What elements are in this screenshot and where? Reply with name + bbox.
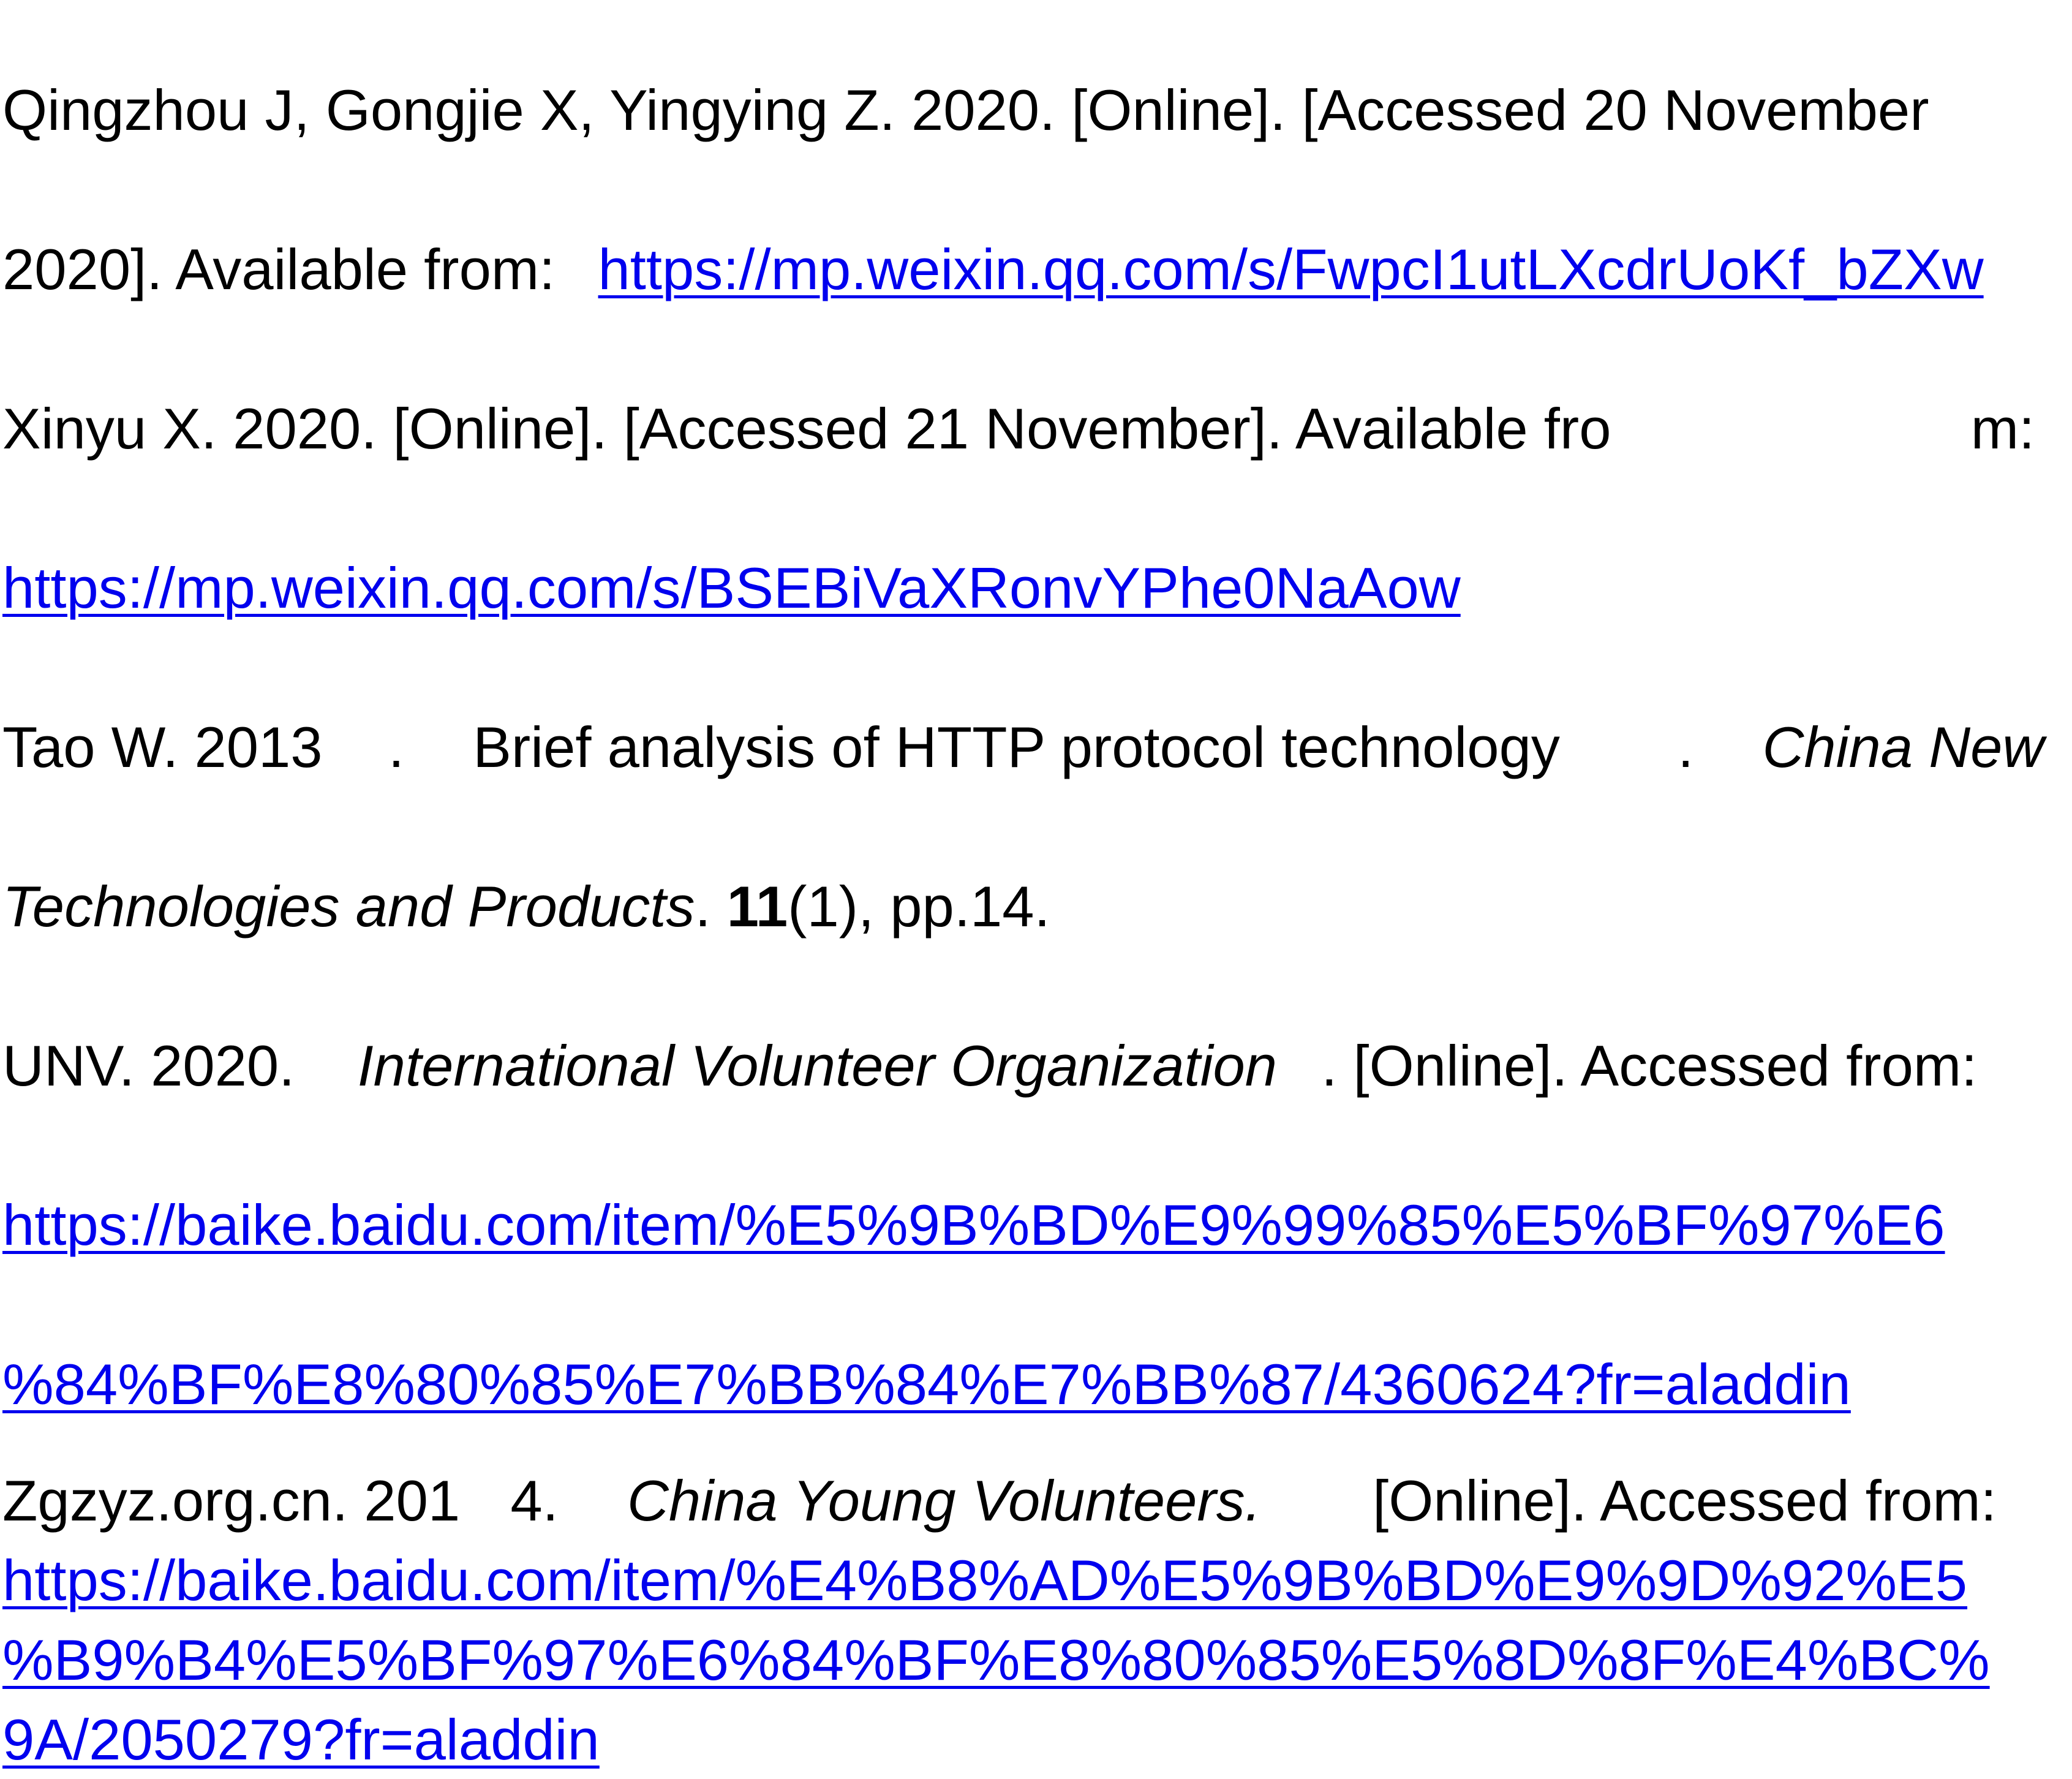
reference-qingzhou-link[interactable]: https://mp.weixin.qq.com/s/FwpcI1utLXcdr… — [598, 237, 1984, 301]
reference-text: Qingzhou J, Gongjie X, Yingying Z. 2020.… — [2, 78, 1929, 142]
reference-zgzyz-line1: Zgzyz.org.cn. 201 4. China Young Volunte… — [2, 1467, 1997, 1535]
reference-author-year: UNV. 2020. — [2, 1033, 295, 1098]
reference-journal: China New — [1762, 715, 2044, 779]
reference-unv-link-part1[interactable]: https://baike.baidu.com/item/%E5%9B%BD%E… — [2, 1193, 1945, 1257]
reference-text: m: — [1970, 396, 2035, 461]
reference-text: 2020]. Available from: — [2, 237, 556, 301]
reference-journal: Technologies and Products — [2, 874, 695, 939]
reference-xinyu-link[interactable]: https://mp.weixin.qq.com/s/BSEBiVaXRonvY… — [2, 556, 1461, 620]
reference-punct: . — [695, 874, 711, 939]
reference-qingzhou-line1: Qingzhou J, Gongjie X, Yingying Z. 2020.… — [2, 77, 1929, 144]
reference-author-year: Tao W. 2013 — [2, 715, 323, 779]
reference-title: International Volunteer Organization — [357, 1033, 1278, 1098]
reference-xinyu-line1: Xinyu X. 2020. [Online]. [Accessed 21 No… — [2, 395, 2035, 463]
reference-unv-line3: %84%BF%E8%80%85%E7%BB%84%E7%BB%87/436062… — [2, 1351, 1851, 1418]
reference-zgzyz-link-part3[interactable]: 9A/2050279?fr=aladdin — [2, 1707, 600, 1772]
reference-zgzyz-line4: 9A/2050279?fr=aladdin — [2, 1706, 600, 1773]
reference-zgzyz-line3: %B9%B4%E5%BF%97%E6%84%BF%E8%80%85%E5%8D%… — [2, 1626, 1990, 1694]
reference-issue-pages: (1), pp.14. — [788, 874, 1050, 939]
reference-title: Brief analysis of HTTP protocol technolo… — [473, 715, 1560, 779]
reference-text: Xinyu X. 2020. [Online]. [Accessed 21 No… — [2, 396, 1611, 461]
reference-list: Qingzhou J, Gongjie X, Yingying Z. 2020.… — [0, 0, 2072, 1779]
reference-volume: 11 — [726, 874, 788, 939]
reference-unv-link-part2[interactable]: %84%BF%E8%80%85%E7%BB%84%E7%BB%87/436062… — [2, 1352, 1851, 1416]
reference-punct: . — [1678, 715, 1694, 779]
reference-tao-line2: Technologies and Products. 11(1), pp.14. — [2, 873, 1050, 940]
reference-text: [Online]. Accessed from: — [1373, 1468, 1997, 1533]
reference-zgzyz-link-part2[interactable]: %B9%B4%E5%BF%97%E6%84%BF%E8%80%85%E5%8D%… — [2, 1628, 1990, 1692]
reference-zgzyz-link-part1[interactable]: https://baike.baidu.com/item/%E4%B8%AD%E… — [2, 1548, 1967, 1612]
reference-author-year: Zgzyz.org.cn. 201 — [2, 1468, 461, 1533]
reference-punct: . — [388, 715, 404, 779]
reference-year-tail: 4. — [510, 1468, 559, 1533]
reference-unv-line2: https://baike.baidu.com/item/%E5%9B%BD%E… — [2, 1192, 1945, 1259]
reference-qingzhou-line2: 2020]. Available from: https://mp.weixin… — [2, 236, 1984, 303]
reference-title: China Young Volunteers. — [627, 1468, 1261, 1533]
reference-zgzyz-line2: https://baike.baidu.com/item/%E4%B8%AD%E… — [2, 1547, 1967, 1614]
reference-unv-line1: UNV. 2020. International Volunteer Organ… — [2, 1032, 1977, 1100]
reference-xinyu-line2: https://mp.weixin.qq.com/s/BSEBiVaXRonvY… — [2, 554, 1461, 622]
reference-tao-line1: Tao W. 2013 . Brief analysis of HTTP pro… — [2, 714, 2044, 781]
reference-text: . [Online]. Accessed from: — [1321, 1033, 1978, 1098]
